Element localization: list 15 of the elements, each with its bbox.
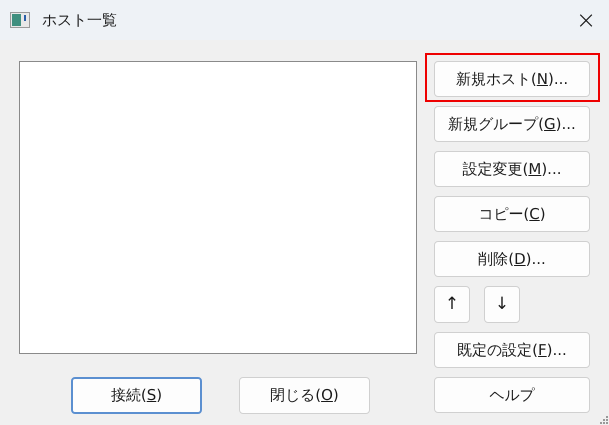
side-button[interactable]: 設定変更(M)... — [434, 151, 590, 187]
side-button[interactable]: 削除(D)... — [434, 241, 590, 277]
window-title: ホスト一覧 — [42, 10, 117, 31]
side-button[interactable]: 新規ホスト(N)... — [434, 61, 590, 97]
close-button[interactable]: × — [563, 0, 609, 40]
side-button[interactable]: コピー(C) — [434, 196, 590, 232]
side-button[interactable]: 新規グループ(G)... — [434, 106, 590, 142]
move-button[interactable]: ↑ — [434, 286, 470, 323]
dialog-button[interactable]: 接続(S) — [71, 377, 202, 414]
dialog-button[interactable]: 閉じる(O) — [239, 377, 370, 414]
resize-grip-icon[interactable] — [600, 416, 608, 424]
move-button[interactable]: ↓ — [484, 286, 520, 323]
app-icon — [10, 12, 30, 28]
side-button[interactable]: 既定の設定(F)... — [434, 332, 590, 368]
side-button[interactable]: ヘルプ — [434, 377, 590, 413]
